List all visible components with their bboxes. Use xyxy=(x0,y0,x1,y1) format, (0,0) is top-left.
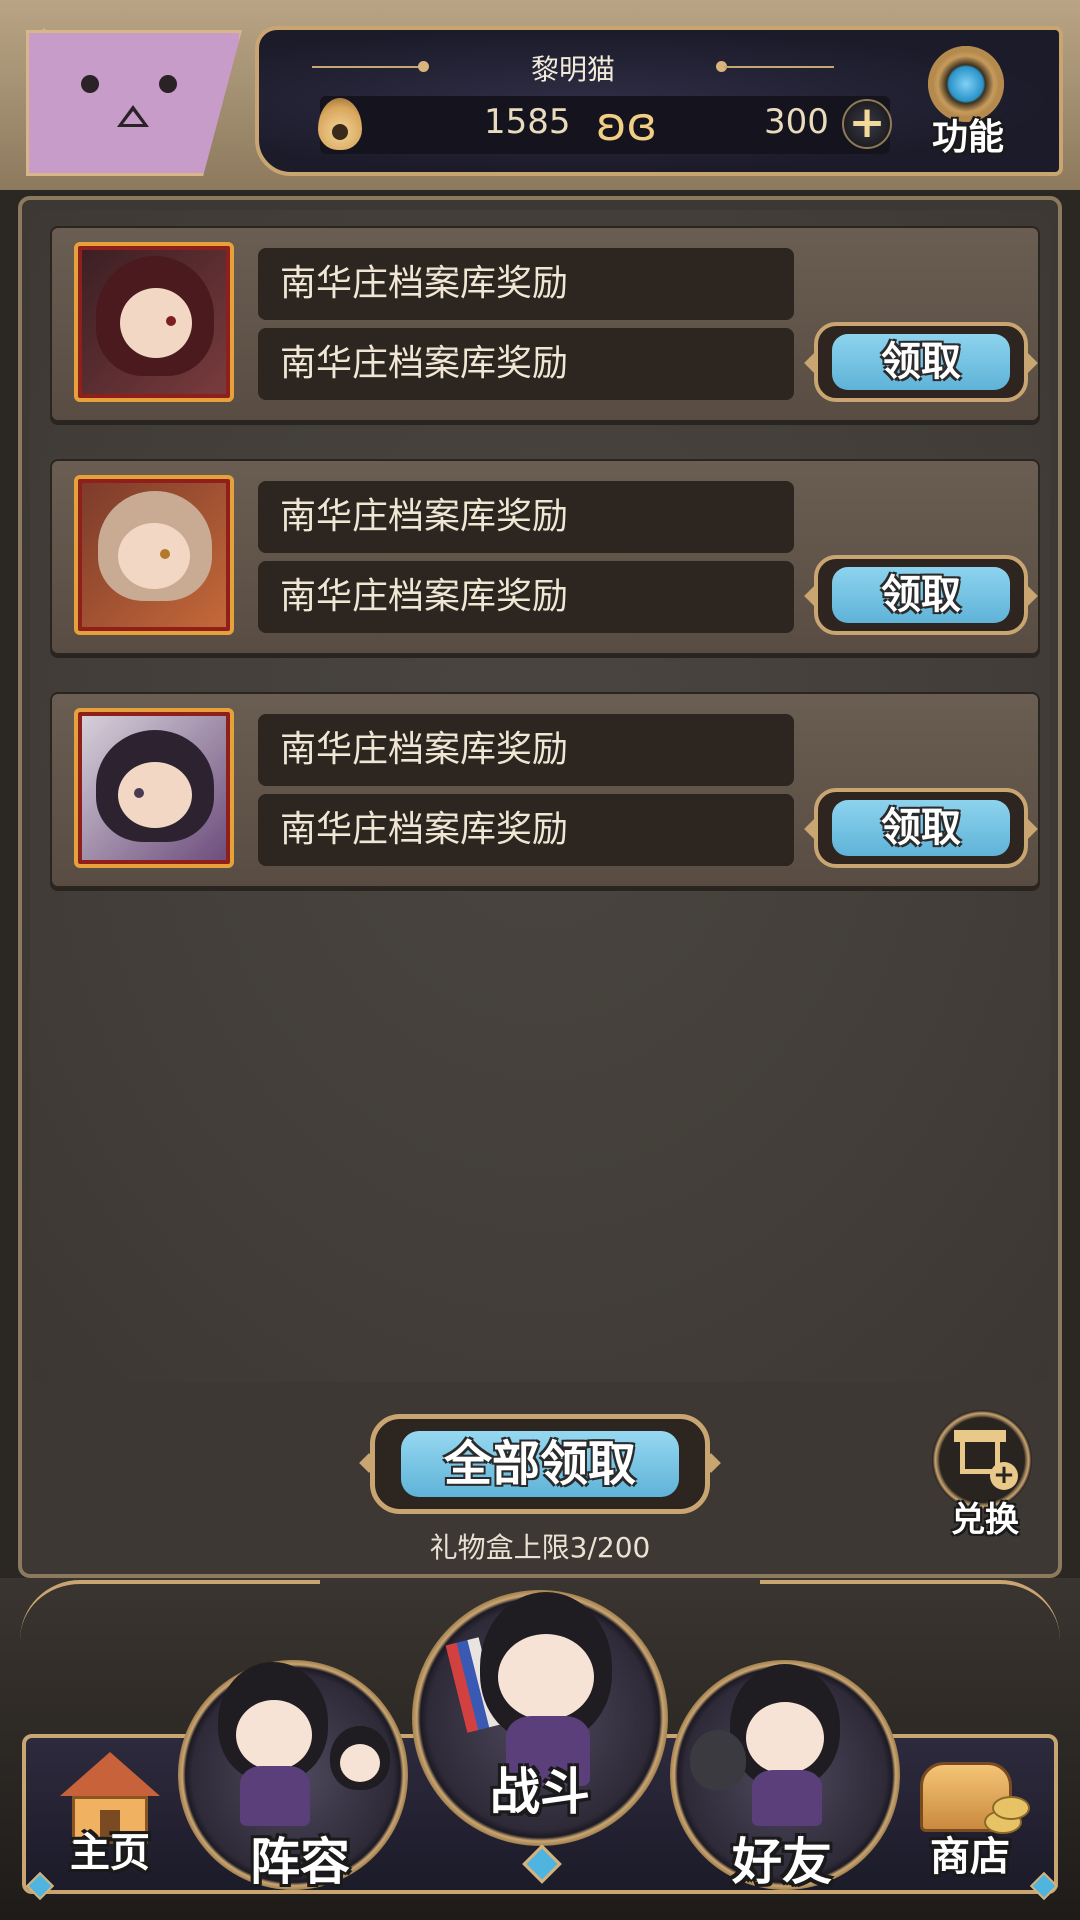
chibi-character-body xyxy=(752,1770,822,1826)
claim-button[interactable]: 领取 xyxy=(814,788,1028,868)
reward-title: 南华庄档案库奖励 xyxy=(258,248,794,320)
portrait-face xyxy=(118,762,192,828)
nav-battle-label[interactable]: 战斗 xyxy=(470,1752,610,1824)
claim-all-label[interactable]: 全部领取 xyxy=(401,1431,679,1497)
reward-description: 南华庄档案库奖励 xyxy=(258,561,794,633)
portrait-eye xyxy=(160,549,170,559)
portrait-eye xyxy=(134,788,144,798)
nav-shop-label[interactable]: 商店 xyxy=(910,1824,1030,1882)
nav-home-label[interactable]: 主页 xyxy=(50,1820,170,1878)
reward-description: 南华庄档案库奖励 xyxy=(258,794,794,866)
claim-button[interactable]: 领取 xyxy=(814,322,1028,402)
portrait-eye xyxy=(166,316,176,326)
reward-item: 南华庄档案库奖励 南华庄档案库奖励 领取 xyxy=(50,692,1040,888)
nav-wing-ornament xyxy=(20,1580,320,1654)
portrait-face xyxy=(118,523,190,589)
claim-button[interactable]: 领取 xyxy=(814,555,1028,635)
avatar-eye-right xyxy=(159,75,177,93)
divider-line xyxy=(312,66,422,68)
chibi-character-face xyxy=(498,1634,594,1720)
currency-primary-value: 1585 xyxy=(484,102,571,142)
portrait-face xyxy=(120,288,192,358)
plus-icon: + xyxy=(990,1462,1018,1490)
nav-wing-ornament xyxy=(760,1580,1060,1654)
butterfly-icon: ʚɞ xyxy=(596,97,658,151)
nav-team-label[interactable]: 阵容 xyxy=(230,1822,370,1894)
gift-box-limit-text: 礼物盒上限3/200 xyxy=(429,1531,651,1564)
reward-character-portrait xyxy=(74,242,234,402)
reward-description: 南华庄档案库奖励 xyxy=(258,328,794,400)
avatar-nose xyxy=(117,105,149,127)
reward-character-portrait xyxy=(74,475,234,635)
claim-button-label[interactable]: 领取 xyxy=(832,334,1010,390)
avatar-eye-left xyxy=(81,75,99,93)
chibi-character-body xyxy=(240,1766,310,1826)
reward-item: 南华庄档案库奖励 南华庄档案库奖励 领取 xyxy=(50,226,1040,422)
claim-button-label[interactable]: 领取 xyxy=(832,800,1010,856)
plus-icon: + xyxy=(848,97,886,148)
chibi-small-face xyxy=(340,1744,380,1782)
add-currency-button[interactable]: + xyxy=(842,99,892,149)
divider-dot xyxy=(418,61,429,72)
coin-icon xyxy=(992,1796,1030,1820)
function-button-label[interactable]: 功能 xyxy=(930,108,1006,160)
claim-all-button[interactable]: 全部领取 xyxy=(370,1414,710,1514)
reward-item: 南华庄档案库奖励 南华庄档案库奖励 领取 xyxy=(50,459,1040,655)
divider-line xyxy=(724,66,834,68)
chibi-character-face xyxy=(236,1700,312,1770)
chibi-small-hair xyxy=(690,1730,746,1790)
claim-button-label[interactable]: 领取 xyxy=(832,567,1010,623)
chibi-character-face xyxy=(746,1702,824,1774)
house-icon xyxy=(60,1752,160,1796)
currency-secondary-value: 300 xyxy=(764,102,829,142)
player-name: 黎明猫 xyxy=(530,53,615,86)
exchange-label[interactable]: 兑换 xyxy=(940,1492,1030,1541)
reward-title: 南华庄档案库奖励 xyxy=(258,481,794,553)
nav-friends-label[interactable]: 好友 xyxy=(712,1822,852,1894)
reward-character-portrait xyxy=(74,708,234,868)
reward-title: 南华庄档案库奖励 xyxy=(258,714,794,786)
